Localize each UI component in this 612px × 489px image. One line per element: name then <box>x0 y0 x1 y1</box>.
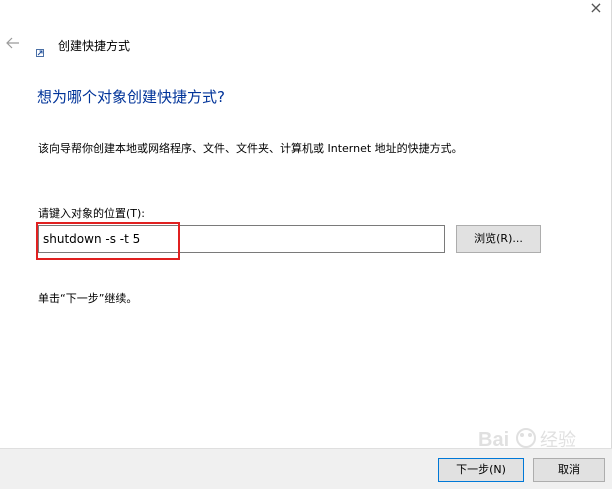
back-arrow-icon[interactable] <box>6 36 24 54</box>
location-field-label: 请键入对象的位置(T): <box>38 207 146 220</box>
next-button[interactable]: 下一步(N) <box>438 458 524 482</box>
wizard-description: 该向导帮你创建本地或网络程序、文件、文件夹、计算机或 Internet 地址的快… <box>38 142 463 155</box>
continue-hint: 单击“下一步”继续。 <box>38 292 138 305</box>
close-icon[interactable]: × <box>582 0 610 18</box>
wizard-header: 创建快捷方式 <box>0 30 612 60</box>
location-input[interactable]: shutdown -s -t 5 <box>38 225 445 253</box>
shortcut-wizard-icon <box>36 42 44 57</box>
dialog-footer: 下一步(N) 取消 <box>0 448 612 489</box>
browse-button[interactable]: 浏览(R)... <box>456 225 541 253</box>
cancel-button[interactable]: 取消 <box>533 458 605 482</box>
create-shortcut-dialog: × 创建快捷方式 想为哪个对象创建快捷方式? 该向导帮你创建本地或网络程序、文件… <box>0 0 612 489</box>
window-title: 创建快捷方式 <box>58 39 131 53</box>
page-heading: 想为哪个对象创建快捷方式? <box>37 88 225 106</box>
